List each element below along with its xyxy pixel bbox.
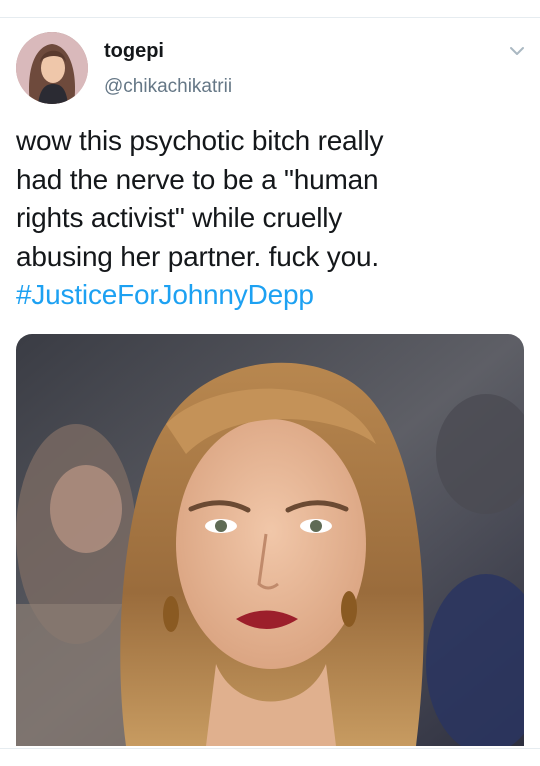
chevron-down-icon[interactable]: [506, 40, 528, 62]
avatar-image: [16, 32, 88, 104]
tweet-text-line: wow this psychotic bitch really: [16, 125, 384, 156]
tweet-text-line: abusing her partner. fuck you.: [16, 240, 379, 272]
user-handle[interactable]: @chikachikatrii: [104, 76, 232, 98]
tweet-text: wow this psychotic bitch really had the …: [16, 122, 516, 315]
display-name[interactable]: togepi: [104, 40, 164, 63]
tweet-text-line: rights activist" while cruelly: [16, 202, 343, 233]
top-divider: [0, 17, 540, 18]
tweet-media-image[interactable]: [16, 334, 524, 746]
tweet-text-line: had the nerve to be a "human: [16, 163, 379, 195]
bottom-divider: [0, 748, 540, 749]
portrait-photo: [16, 334, 524, 746]
avatar[interactable]: [16, 32, 88, 104]
hashtag-link[interactable]: #JusticeForJohnnyDepp: [16, 276, 516, 315]
